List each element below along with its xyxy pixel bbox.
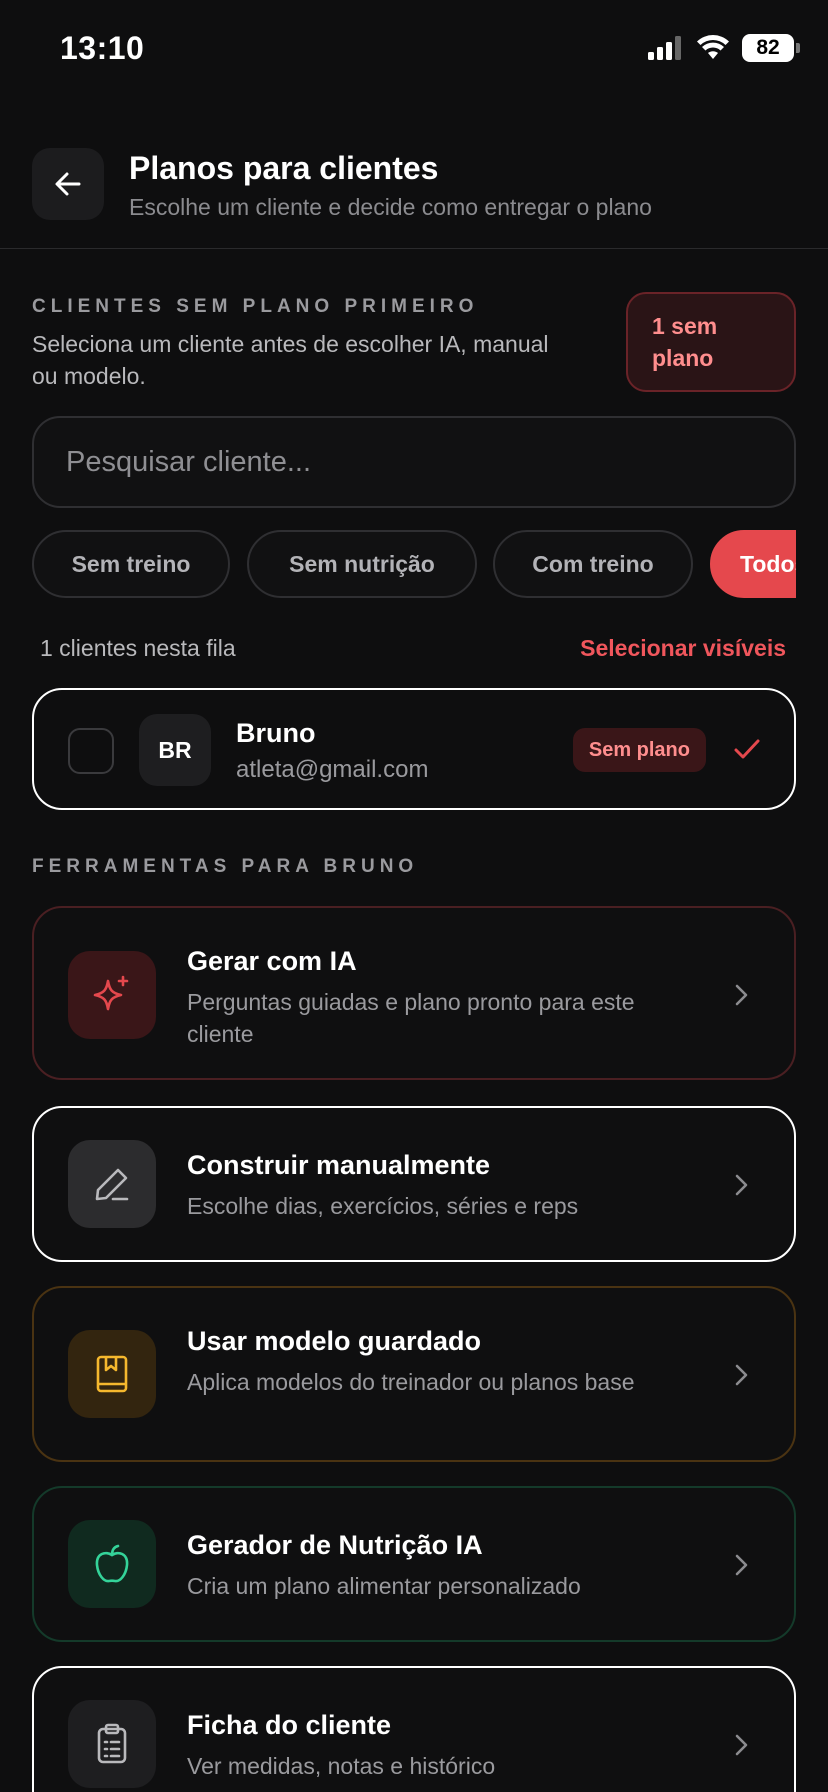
queue-row: 1 clientes nesta fila Selecionar visívei… — [40, 632, 786, 664]
no-plan-count-badge: 1 sem plano — [626, 292, 796, 392]
filter-chip-todos[interactable]: Todos — [710, 530, 796, 598]
tool-nutrition-ai[interactable]: Gerador de Nutrição IA Cria um plano ali… — [32, 1486, 796, 1642]
header-divider — [0, 248, 828, 249]
check-icon — [734, 739, 760, 759]
search-input[interactable] — [66, 445, 794, 479]
clients-section-description: Seleciona um cliente antes de escolher I… — [32, 331, 549, 389]
clients-section-label: CLIENTES SEM PLANO PRIMEIRO — [32, 296, 479, 317]
status-badge: Sem plano — [572, 728, 706, 772]
tool-icon-box — [68, 951, 156, 1039]
battery-level: 82 — [756, 36, 780, 59]
page-subtitle: Escolhe um cliente e decide como entrega… — [129, 194, 652, 220]
tool-description: Escolhe dias, exercícios, séries e reps — [187, 1193, 579, 1219]
tool-icon-box — [68, 1140, 156, 1228]
bookmark-book-icon — [96, 1355, 128, 1393]
client-email: atleta@gmail.com — [236, 756, 429, 783]
filter-chip-sem-nutricao[interactable]: Sem nutrição — [247, 530, 477, 598]
tool-description: Perguntas guiadas e plano pronto para es… — [187, 989, 635, 1047]
queue-count: 1 clientes nesta fila — [40, 634, 236, 661]
tool-icon-box — [68, 1330, 156, 1418]
client-name: Bruno — [236, 718, 316, 748]
select-visible-button[interactable]: Selecionar visíveis — [580, 635, 786, 662]
clipboard-icon — [97, 1723, 127, 1764]
battery-indicator: 82 — [742, 34, 800, 62]
filter-chip-com-treino[interactable]: Com treino — [493, 530, 693, 598]
filter-chips: Sem treino Sem nutrição Com treino Todos — [32, 530, 796, 598]
tool-title: Construir manualmente — [187, 1150, 491, 1180]
client-card[interactable]: BR Bruno atleta@gmail.com Sem plano — [32, 688, 796, 810]
page-header: Planos para clientes Escolhe um cliente … — [32, 148, 796, 220]
chevron-right-icon — [735, 1734, 748, 1756]
tool-description: Aplica modelos do treinador ou planos ba… — [187, 1369, 635, 1395]
tool-description: Ver medidas, notas e histórico — [187, 1753, 496, 1779]
tool-title: Gerar com IA — [187, 946, 357, 976]
tool-icon-box — [68, 1700, 156, 1788]
badge-line-2: plano — [652, 345, 714, 371]
chevron-right-icon — [735, 1174, 748, 1196]
page-title: Planos para clientes — [129, 150, 439, 186]
tool-description: Cria um plano alimentar personalizado — [187, 1573, 581, 1599]
apple-icon — [95, 1544, 129, 1583]
chevron-right-icon — [735, 1364, 748, 1386]
tool-title: Gerador de Nutrição IA — [187, 1530, 483, 1560]
tool-title: Ficha do cliente — [187, 1710, 392, 1740]
chevron-right-icon — [735, 984, 748, 1006]
status-time: 13:10 — [60, 30, 145, 66]
tool-client-profile[interactable]: Ficha do cliente Ver medidas, notas e hi… — [32, 1666, 796, 1792]
back-button[interactable] — [32, 148, 104, 220]
tool-icon-box — [68, 1520, 156, 1608]
tool-title: Usar modelo guardado — [187, 1326, 482, 1356]
status-bar: 13:10 82 — [0, 0, 828, 100]
status-icons: 82 — [648, 34, 800, 62]
badge-line-1: 1 sem — [652, 313, 718, 339]
sparkles-icon — [93, 975, 129, 1011]
filter-chip-sem-treino[interactable]: Sem treino — [32, 530, 230, 598]
cellular-signal-icon — [648, 36, 681, 60]
tool-build-manually[interactable]: Construir manualmente Escolhe dias, exer… — [32, 1106, 796, 1262]
avatar: BR — [139, 714, 211, 786]
tool-use-saved-template[interactable]: Usar modelo guardado Aplica modelos do t… — [32, 1286, 796, 1462]
chevron-right-icon — [735, 1554, 748, 1576]
tools-section-label: FERRAMENTAS PARA BRUNO — [32, 856, 419, 877]
search-box[interactable] — [32, 416, 796, 508]
pencil-icon — [95, 1168, 129, 1201]
client-checkbox[interactable] — [68, 728, 114, 774]
arrow-left-icon — [55, 172, 81, 196]
wifi-icon — [697, 35, 729, 59]
tool-generate-ai[interactable]: Gerar com IA Perguntas guiadas e plano p… — [32, 906, 796, 1080]
